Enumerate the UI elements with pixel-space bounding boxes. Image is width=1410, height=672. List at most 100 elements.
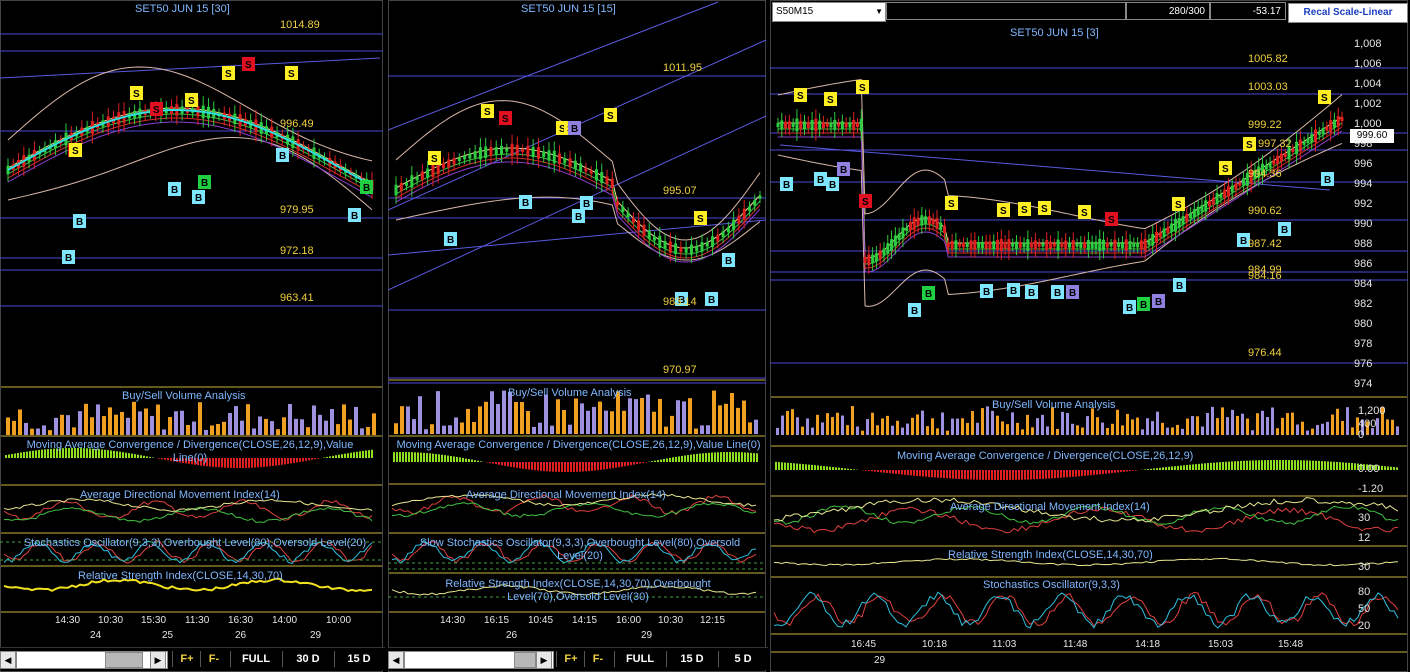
oscillator-line bbox=[3, 506, 373, 524]
volume-bar bbox=[442, 425, 446, 434]
range-15d-button[interactable]: 15 D bbox=[334, 651, 383, 667]
volume-bar bbox=[78, 411, 82, 435]
level-label: 990.62 bbox=[1248, 205, 1282, 217]
time-label: 14:30 bbox=[55, 615, 81, 626]
time-label: 10:00 bbox=[326, 615, 352, 626]
date-label: 29 bbox=[310, 630, 322, 641]
chevron-down-icon: ▼ bbox=[875, 7, 883, 16]
volume-bar bbox=[54, 417, 58, 435]
volume-bar bbox=[861, 430, 864, 435]
signal-marker-label: S bbox=[188, 96, 195, 107]
volume-bar bbox=[270, 421, 274, 435]
chart-pane-30min[interactable]: SSSSSSSSBBBBBBBB SET50 JUN 15 [30] 1014.… bbox=[0, 0, 385, 672]
volume-bar bbox=[896, 420, 899, 435]
volume-bar bbox=[826, 413, 829, 435]
volume-bar bbox=[174, 411, 178, 435]
date-label: 26 bbox=[235, 630, 247, 641]
chart-canvas-3min[interactable]: S SSSS S S SSSSSSSB B BBBBB B B B BB B BBBBB bbox=[770, 0, 1410, 672]
time-label: 10:30 bbox=[98, 615, 124, 626]
pane-border bbox=[388, 0, 766, 672]
volume-bar bbox=[72, 427, 76, 435]
level-label: 963.41 bbox=[280, 292, 314, 304]
volume-bar bbox=[1226, 417, 1229, 435]
volume-bar bbox=[192, 421, 196, 435]
recal-scale-button[interactable]: Recal Scale-Linear bbox=[1288, 3, 1408, 23]
chart-pane-15min[interactable]: SSSSSSBBBBBSBBB SET50 JUN 15 [15] 1011.9… bbox=[388, 0, 768, 672]
volume-bar bbox=[138, 411, 142, 435]
zoom-out-button[interactable]: F- bbox=[584, 651, 611, 667]
volume-bar bbox=[846, 425, 849, 435]
volume-bar bbox=[580, 403, 584, 434]
volume-bar bbox=[1376, 418, 1379, 435]
volume-bar bbox=[1201, 426, 1204, 435]
volume-bar bbox=[921, 410, 924, 435]
range-30d-button[interactable]: 30 D bbox=[282, 651, 333, 667]
volume-bar bbox=[1386, 419, 1389, 435]
volume-bar bbox=[96, 404, 100, 435]
price-axis-label: 1,006 bbox=[1354, 58, 1382, 70]
time-label: 16:15 bbox=[484, 615, 510, 626]
time-label: 10:18 bbox=[922, 639, 948, 650]
volume-bar bbox=[1121, 425, 1124, 435]
volume-bar bbox=[1281, 417, 1284, 435]
price-axis-label: 998 bbox=[1354, 138, 1373, 150]
scroll-right-button[interactable]: ▶ bbox=[536, 651, 552, 669]
level-label: 1011.95 bbox=[663, 62, 702, 74]
scrollbar-thumb[interactable] bbox=[514, 652, 536, 668]
range-full-button[interactable]: FULL bbox=[230, 651, 281, 667]
zoom-out-button[interactable]: F- bbox=[200, 651, 227, 667]
volume-bar bbox=[1306, 430, 1309, 435]
volume-bar bbox=[454, 417, 458, 434]
volume-bar bbox=[1086, 416, 1089, 435]
volume-bar bbox=[1316, 424, 1319, 435]
level-label: 984.16 bbox=[1248, 270, 1282, 282]
symbol-dropdown[interactable]: S50M15 ▼ bbox=[772, 2, 886, 22]
volume-bar bbox=[436, 391, 440, 434]
volume-bar bbox=[394, 423, 398, 434]
scroll-left-button[interactable]: ◀ bbox=[388, 651, 404, 669]
scrollbar-thumb[interactable] bbox=[105, 652, 143, 668]
volume-bar bbox=[1326, 421, 1329, 435]
signal-marker-label: B bbox=[583, 199, 590, 210]
volume-bar bbox=[1396, 426, 1399, 435]
range-full-button[interactable]: FULL bbox=[614, 651, 665, 667]
range-15d-button[interactable]: 15 D bbox=[666, 651, 717, 667]
volume-bar bbox=[742, 400, 746, 434]
scroll-right-button[interactable]: ▶ bbox=[150, 651, 166, 669]
volume-bar bbox=[1076, 425, 1079, 435]
volume-bar bbox=[162, 429, 166, 435]
volume-panel-title: Buy/Sell Volume Analysis bbox=[992, 399, 1116, 411]
indicator-axis-label: 1,200 bbox=[1358, 405, 1386, 417]
signal-marker-label: S bbox=[288, 69, 295, 80]
volume-bar bbox=[996, 415, 999, 435]
chart-pane-3min[interactable]: SSSSSSSSSSSSSSBBBBBBBBBBBBBBBBBB bbox=[770, 0, 1410, 672]
volume-bar bbox=[712, 390, 716, 434]
signal-marker-label: S bbox=[1222, 164, 1229, 175]
zoom-in-button[interactable]: F+ bbox=[556, 651, 585, 667]
price-axis-label: 996 bbox=[1354, 158, 1373, 170]
volume-bar bbox=[294, 418, 298, 435]
range-5d-button[interactable]: 5 D bbox=[718, 651, 767, 667]
stoch-panel-title: Stochastics Oscillator(9,3,3) bbox=[983, 579, 1120, 591]
signal-marker-label: S bbox=[1021, 205, 1028, 216]
signal-marker-label: B bbox=[447, 235, 454, 246]
volume-bar bbox=[1346, 407, 1349, 435]
price-axis-label: 1,004 bbox=[1354, 78, 1382, 90]
zoom-in-button[interactable]: F+ bbox=[172, 651, 201, 667]
volume-bar bbox=[1341, 420, 1344, 435]
chart-canvas-15min[interactable]: SSSSSSBBBBBSBBB bbox=[388, 0, 768, 672]
volume-bar bbox=[1101, 422, 1104, 435]
volume-bar bbox=[730, 392, 734, 434]
signal-marker-label: S bbox=[1000, 206, 1007, 217]
horizontal-scrollbar[interactable] bbox=[16, 651, 168, 669]
level-label: 1003.03 bbox=[1248, 81, 1288, 93]
signal-marker-label: B bbox=[1240, 236, 1247, 247]
signal-marker-label: B bbox=[1069, 288, 1076, 299]
scroll-left-button[interactable]: ◀ bbox=[0, 651, 16, 669]
volume-bar bbox=[748, 422, 752, 434]
volume-bar bbox=[598, 401, 602, 434]
volume-bar bbox=[520, 402, 524, 434]
volume-bar bbox=[102, 416, 106, 435]
pane-toolbar: ◀ ▶ F+ F- FULL 30 D 15 D bbox=[0, 647, 385, 670]
volume-bar bbox=[1291, 412, 1294, 435]
